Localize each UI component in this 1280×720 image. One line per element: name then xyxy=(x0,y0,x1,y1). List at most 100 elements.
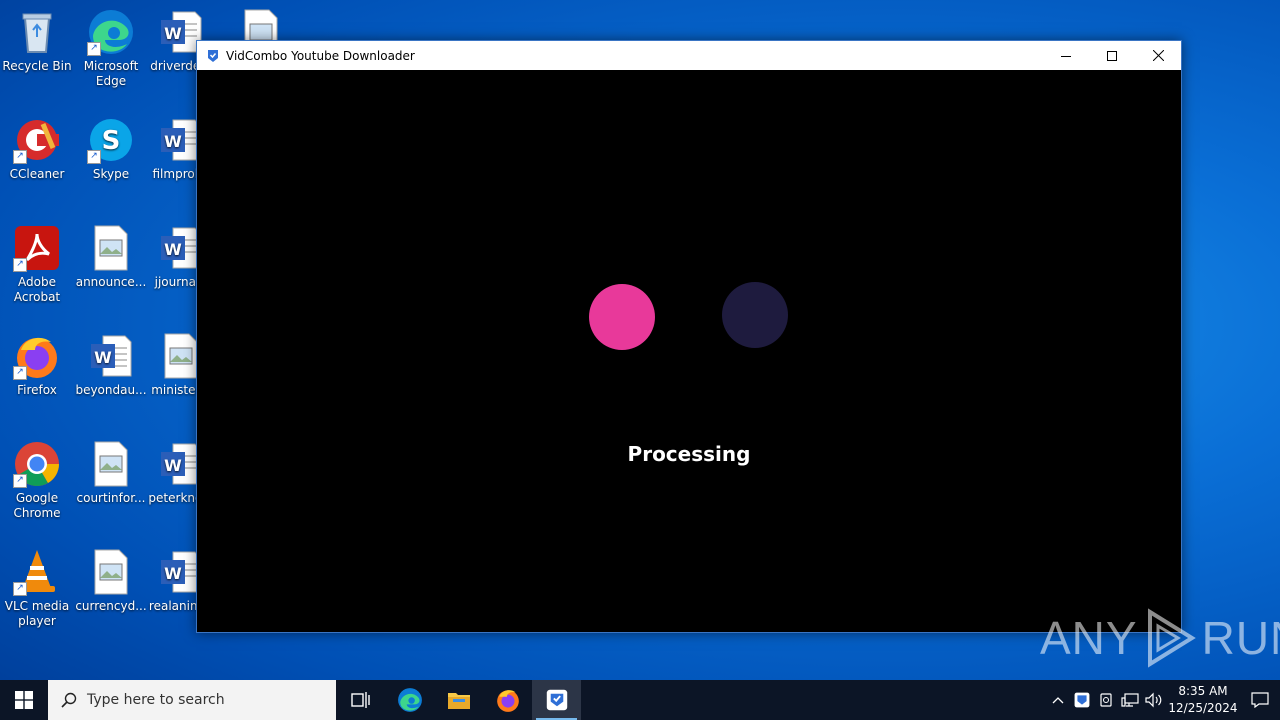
desktop-icon-microsoft-edge[interactable]: ↗ Microsoft Edge xyxy=(74,8,148,89)
desktop-icon-label: Microsoft Edge xyxy=(83,59,139,88)
task-view-icon xyxy=(350,692,370,708)
desktop-icon-label: Firefox xyxy=(17,383,57,397)
vidcombo-app-icon xyxy=(208,49,218,62)
loader-dot-inactive xyxy=(722,282,788,348)
desktop-icon-label: beyondau... xyxy=(75,383,147,397)
close-icon xyxy=(1152,50,1164,61)
watermark-text-left: ANY xyxy=(1040,612,1138,664)
taskbar-firefox[interactable] xyxy=(483,680,532,720)
loading-screen: Processing xyxy=(197,70,1181,632)
firefox-icon: ↗ xyxy=(13,332,61,380)
desktop-icon-label: Google Chrome xyxy=(13,491,61,520)
vidcombo-tray-icon xyxy=(1074,692,1090,708)
vidcombo-app-icon xyxy=(546,689,567,711)
recycle-bin-icon xyxy=(13,8,61,56)
taskbar-clock[interactable]: 8:35 AM 12/25/2024 xyxy=(1166,683,1240,717)
shortcut-arrow-icon: ↗ xyxy=(13,582,27,596)
desktop-icon-adobe-acrobat[interactable]: ↗ Adobe Acrobat xyxy=(0,224,74,305)
desktop-icon-vlc[interactable]: ↗ VLC media player xyxy=(0,548,74,629)
desktop-icon-google-chrome[interactable]: ↗ Google Chrome xyxy=(0,440,74,521)
svg-text:W: W xyxy=(164,564,182,583)
shortcut-arrow-icon: ↗ xyxy=(13,474,27,488)
device-icon xyxy=(1100,693,1112,707)
maximize-button[interactable] xyxy=(1089,41,1135,70)
tray-network[interactable] xyxy=(1118,680,1142,720)
desktop-icon-label: Adobe Acrobat xyxy=(13,275,61,304)
speaker-icon xyxy=(1145,692,1162,708)
anyrun-watermark: ANY RUN xyxy=(1040,608,1280,668)
loader-dot-active xyxy=(589,284,655,350)
desktop-icon-label: CCleaner xyxy=(9,167,65,181)
taskbar-search-box[interactable]: Type here to search xyxy=(48,680,336,720)
shortcut-arrow-icon: ↗ xyxy=(13,366,27,380)
desktop-icon-courtinfor[interactable]: courtinfor... xyxy=(74,440,148,506)
processing-status-text: Processing xyxy=(627,442,751,466)
show-hidden-icons-button[interactable] xyxy=(1046,680,1070,720)
shortcut-arrow-icon: ↗ xyxy=(13,150,27,164)
desktop-icon-label: courtinfor... xyxy=(76,491,146,505)
image-file-icon xyxy=(87,548,135,596)
desktop-icon-skype[interactable]: S ↗ Skype xyxy=(74,116,148,182)
desktop-icon-firefox[interactable]: ↗ Firefox xyxy=(0,332,74,398)
desktop-icon-label: announce... xyxy=(75,275,147,289)
taskbar: Type here to search 8:35 AM 12/25/2024 xyxy=(0,680,1280,720)
system-tray: 8:35 AM 12/25/2024 xyxy=(1046,680,1280,720)
svg-text:W: W xyxy=(164,132,182,151)
maximize-icon xyxy=(1107,50,1117,61)
desktop-icon-currencyd[interactable]: currencyd... xyxy=(74,548,148,614)
desktop-icon-beyondau[interactable]: W beyondau... xyxy=(74,332,148,398)
tray-vidcombo[interactable] xyxy=(1070,680,1094,720)
edge-icon: ↗ xyxy=(87,8,135,56)
search-icon xyxy=(61,692,77,708)
folder-icon xyxy=(447,693,470,709)
notification-center-button[interactable] xyxy=(1240,680,1280,720)
desktop-icon-label: Recycle Bin xyxy=(2,59,72,73)
taskbar-edge[interactable] xyxy=(385,680,434,720)
close-button[interactable] xyxy=(1135,41,1181,70)
window-controls xyxy=(1043,41,1181,70)
desktop-icon-recycle-bin[interactable]: Recycle Bin xyxy=(0,8,74,74)
app-window: VidCombo Youtube Downloader Processing xyxy=(196,40,1182,633)
skype-icon: S ↗ xyxy=(87,116,135,164)
tray-device[interactable] xyxy=(1094,680,1118,720)
edge-icon xyxy=(397,688,422,712)
tray-volume[interactable] xyxy=(1142,680,1166,720)
search-placeholder: Type here to search xyxy=(87,692,225,708)
windows-logo-icon xyxy=(15,691,33,709)
firefox-icon xyxy=(496,690,519,712)
task-view-button[interactable] xyxy=(336,680,385,720)
desktop-icon-announce[interactable]: announce... xyxy=(74,224,148,290)
network-icon xyxy=(1121,693,1139,707)
watermark-text-right: RUN xyxy=(1201,612,1280,664)
window-titlebar[interactable]: VidCombo Youtube Downloader xyxy=(197,41,1181,70)
word-document-icon: W xyxy=(87,332,135,380)
vlc-icon: ↗ xyxy=(13,548,61,596)
chevron-up-icon xyxy=(1052,697,1064,704)
image-file-icon xyxy=(87,440,135,488)
svg-text:W: W xyxy=(164,240,182,259)
chrome-icon: ↗ xyxy=(13,440,61,488)
svg-text:S: S xyxy=(102,126,121,156)
shortcut-arrow-icon: ↗ xyxy=(13,258,27,272)
image-file-icon xyxy=(87,224,135,272)
taskbar-vidcombo[interactable] xyxy=(532,680,581,720)
shortcut-arrow-icon: ↗ xyxy=(87,150,101,164)
desktop-icon-ccleaner[interactable]: ↗ CCleaner xyxy=(0,116,74,182)
minimize-button[interactable] xyxy=(1043,41,1089,70)
clock-time: 8:35 AM xyxy=(1178,684,1228,698)
ccleaner-icon: ↗ xyxy=(13,116,61,164)
shortcut-arrow-icon: ↗ xyxy=(87,42,101,56)
desktop-icon-label: Skype xyxy=(92,167,130,181)
window-title: VidCombo Youtube Downloader xyxy=(226,48,415,63)
play-logo-icon xyxy=(1147,608,1196,668)
notification-icon xyxy=(1251,692,1269,708)
svg-text:W: W xyxy=(164,24,182,43)
svg-text:W: W xyxy=(94,348,112,367)
desktop-icon-label: currencyd... xyxy=(75,599,147,613)
svg-text:W: W xyxy=(164,456,182,475)
start-button[interactable] xyxy=(0,680,48,720)
desktop-icon-label: VLC media player xyxy=(4,599,70,628)
minimize-icon xyxy=(1061,55,1071,57)
adobe-acrobat-icon: ↗ xyxy=(13,224,61,272)
taskbar-file-explorer[interactable] xyxy=(434,680,483,720)
